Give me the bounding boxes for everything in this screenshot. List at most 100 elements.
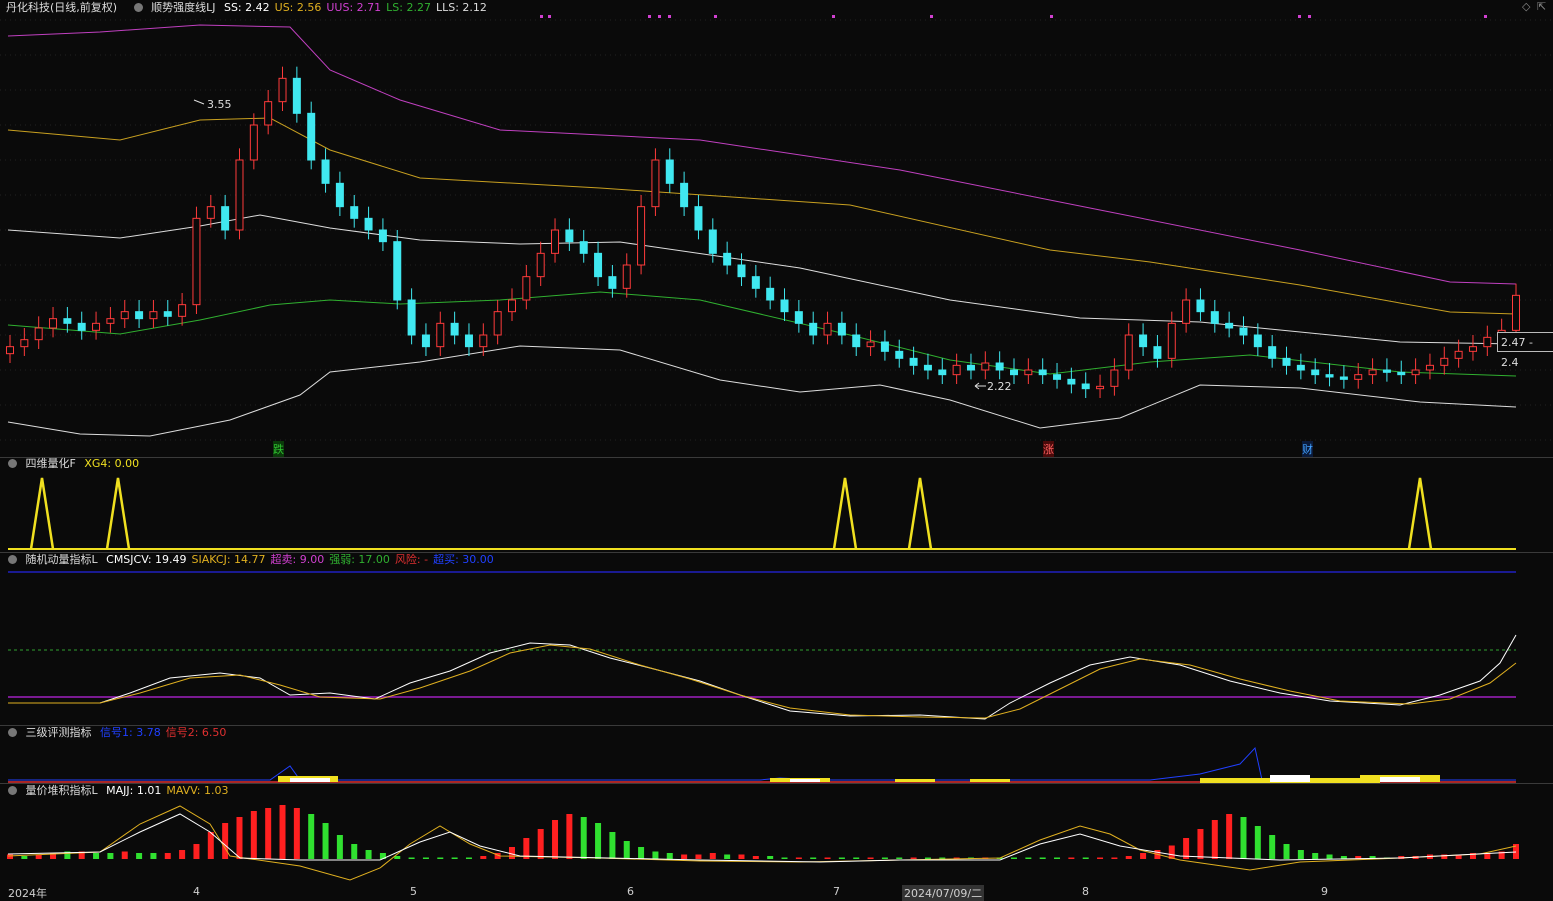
candle-body bbox=[49, 318, 58, 329]
axis-label: 5 bbox=[410, 885, 417, 898]
volume-bar bbox=[1011, 857, 1017, 859]
axis-label: 4 bbox=[193, 885, 200, 898]
indicator-name[interactable]: 量价堆积指标L bbox=[26, 784, 98, 797]
main-price-panel[interactable]: 丹化科技(日线,前复权) 顺势强度线LJ SS: 2.42 US: 2.56 UUS… bbox=[0, 0, 1553, 457]
xg4-panel[interactable]: 四维量化F XG4: 0.00 bbox=[0, 457, 1553, 552]
expand-icon[interactable]: ⇱ bbox=[1537, 0, 1546, 13]
settings-dot-icon[interactable] bbox=[8, 728, 17, 737]
volume-bar bbox=[7, 854, 13, 859]
candle-body bbox=[321, 159, 330, 184]
volume-bar bbox=[150, 853, 157, 859]
volume-bar bbox=[1240, 817, 1247, 859]
volume-chart-svg[interactable] bbox=[0, 784, 1553, 884]
indicator-name[interactable]: 四维量化F bbox=[26, 457, 76, 470]
settings-dot-icon[interactable] bbox=[8, 786, 17, 795]
candle-body bbox=[149, 311, 158, 320]
candle-body bbox=[436, 322, 445, 348]
candle-body bbox=[852, 334, 861, 348]
candle-body bbox=[1139, 334, 1148, 348]
candle-body bbox=[264, 101, 273, 126]
candle-body bbox=[493, 311, 502, 336]
volume-bar bbox=[681, 854, 688, 859]
volume-bar bbox=[437, 857, 444, 859]
volume-bar bbox=[752, 856, 759, 859]
event-marker-up[interactable]: 涨 bbox=[1043, 441, 1054, 457]
indicator-name[interactable]: 随机动量指标L bbox=[26, 553, 98, 566]
settings-dot-icon[interactable] bbox=[8, 555, 17, 564]
candle-body bbox=[1196, 299, 1205, 313]
ss-band bbox=[7, 214, 1517, 345]
volume-bar bbox=[1068, 857, 1075, 859]
candle-body bbox=[794, 311, 803, 324]
candle-body bbox=[1354, 374, 1363, 380]
signal-panel[interactable]: 三级评测指标 信号1: 3.78 信号2: 6.50 bbox=[0, 726, 1553, 783]
settings-dot-icon[interactable] bbox=[133, 3, 143, 12]
candle-body bbox=[809, 322, 818, 336]
signal-bar bbox=[970, 779, 1010, 782]
candle-body bbox=[1124, 334, 1133, 371]
main-value: LLS: 2.12 bbox=[435, 1, 487, 14]
event-marker-finance[interactable]: 财 bbox=[1302, 441, 1313, 457]
us-band bbox=[7, 117, 1517, 315]
volume-bar bbox=[1111, 857, 1118, 859]
axis-label: 9 bbox=[1321, 885, 1328, 898]
momentum-value: CMSJCV: 19.49 bbox=[106, 553, 187, 566]
candle-body bbox=[63, 318, 72, 324]
volume-bar bbox=[552, 820, 559, 859]
mavv-line bbox=[7, 805, 1517, 881]
candle-body bbox=[1010, 369, 1018, 376]
candle-body bbox=[751, 276, 760, 289]
candle-body bbox=[1081, 383, 1090, 390]
candle-body bbox=[622, 264, 631, 289]
volume-value: MAVV: 1.03 bbox=[166, 784, 229, 797]
event-marker-down[interactable]: 跌 bbox=[273, 441, 284, 457]
candle-body bbox=[1282, 357, 1291, 366]
candle-body bbox=[1368, 369, 1377, 376]
candle-body bbox=[1325, 374, 1334, 378]
settings-dot-icon[interactable] bbox=[8, 459, 17, 468]
candle-body bbox=[737, 264, 746, 278]
volume-bar bbox=[207, 832, 214, 859]
candle-body bbox=[120, 311, 129, 320]
indicator-name[interactable]: 三级评测指标 bbox=[26, 726, 92, 739]
low-arrow bbox=[974, 382, 986, 390]
indicator-name[interactable]: 顺势强度线LJ bbox=[151, 1, 215, 14]
candle-body bbox=[1468, 346, 1477, 352]
candle-body bbox=[135, 311, 144, 320]
xg4-chart-svg[interactable] bbox=[0, 458, 1553, 552]
volume-bar bbox=[838, 857, 845, 859]
stock-name[interactable]: 丹化科技(日线,前复权) bbox=[6, 1, 117, 14]
candle-body bbox=[880, 341, 889, 352]
candle-body bbox=[1067, 378, 1076, 385]
candle-body bbox=[77, 322, 86, 331]
volume-bar bbox=[236, 817, 243, 859]
candle-body bbox=[106, 318, 115, 324]
diamond-icon[interactable]: ◇ bbox=[1522, 0, 1530, 13]
volume-bar bbox=[881, 857, 888, 859]
volume-accumulation-panel[interactable]: 量价堆积指标L MAJJ: 1.01 MAVV: 1.03 bbox=[0, 784, 1553, 884]
volume-bar bbox=[623, 841, 630, 859]
candle-body bbox=[6, 346, 14, 355]
candle-body bbox=[335, 182, 344, 208]
volume-bar bbox=[1140, 853, 1147, 859]
momentum-chart-svg[interactable] bbox=[0, 553, 1553, 725]
candle-body bbox=[1225, 322, 1234, 329]
xg4-spike bbox=[907, 477, 933, 550]
candle-body bbox=[92, 322, 101, 331]
volume-bar bbox=[810, 857, 817, 859]
volume-bar bbox=[322, 823, 329, 859]
momentum-panel[interactable]: 随机动量指标L CMSJCV: 19.49 SIAKCJ: 14.77 超卖: 9.… bbox=[0, 553, 1553, 725]
volume-bar bbox=[336, 835, 343, 859]
candle-body bbox=[479, 334, 488, 348]
candle-body bbox=[1038, 369, 1047, 376]
signal-header: 三级评测指标 信号1: 3.78 信号2: 6.50 bbox=[0, 725, 236, 741]
xg4-values: XG4: 0.00 bbox=[84, 457, 144, 470]
signal-dot bbox=[548, 15, 551, 18]
signal-bar bbox=[1380, 777, 1420, 782]
main-chart-svg[interactable] bbox=[0, 0, 1553, 457]
main-header: 丹化科技(日线,前复权) 顺势强度线LJ SS: 2.42 US: 2.56 UUS… bbox=[6, 0, 497, 16]
candle-body bbox=[1512, 294, 1520, 331]
signal-dot bbox=[1050, 15, 1053, 18]
candle-body bbox=[981, 362, 990, 371]
axis-label: 2024/07/09/二 bbox=[902, 885, 985, 901]
